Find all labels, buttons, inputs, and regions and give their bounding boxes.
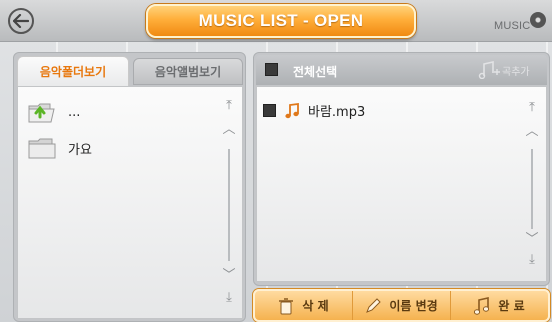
folder-up-icon [28,103,55,123]
music-button[interactable]: MUSIC [494,14,530,36]
title-banner: MUSIC LIST - OPEN [146,4,416,38]
folder-list: ... 가요 ⤒ ︿ ﹀ ⤓ [17,86,243,319]
file-list-header: 전체선택 곡추가 [256,55,547,85]
add-music-icon [478,61,500,79]
song-checkbox[interactable] [263,104,276,117]
scroll-up-button[interactable]: ︿ [220,123,238,136]
rename-label: 이름 변경 [389,299,438,313]
scroll-top-button[interactable]: ⤒ [523,101,541,114]
song-filename: 바람.mp3 [308,105,366,120]
trash-icon [279,297,294,314]
scroll-top-button[interactable]: ⤒ [220,99,238,112]
list-item-label: 가요 [68,142,92,158]
add-track-button[interactable]: 곡추가 [478,61,530,79]
add-track-label: 곡추가 [502,66,530,78]
scrollbar-track[interactable] [228,149,230,261]
page-title: MUSIC LIST - OPEN [198,11,364,30]
action-bar: 삭 제 이름 변경 완 료 [253,289,550,322]
list-item-folder[interactable]: 가요 [28,129,92,167]
select-all-checkbox[interactable] [265,63,278,76]
back-arrow-icon [13,14,29,28]
delete-button[interactable]: 삭 제 [255,291,352,320]
music-note-icon [474,296,490,315]
rename-button[interactable]: 이름 변경 [352,291,450,320]
scroll-down-button[interactable]: ﹀ [523,233,541,246]
tab-label: 음악폴더보기 [39,65,107,79]
music-disc-icon [530,12,546,28]
list-item-parent-folder[interactable]: ... [28,93,80,131]
music-note-icon [285,102,299,118]
select-all-label: 전체선택 [293,65,338,79]
folder-icon [28,138,56,159]
scroll-bottom-button[interactable]: ⤓ [523,253,541,266]
back-button[interactable] [8,8,34,34]
delete-label: 삭 제 [302,299,329,313]
done-button[interactable]: 완 료 [450,291,548,320]
scrollbar-track[interactable] [531,149,533,229]
scroll-down-button[interactable]: ﹀ [220,269,238,282]
tab-label: 음악앨범보기 [154,65,222,79]
done-label: 완 료 [498,299,525,313]
list-item-label: ... [68,104,81,120]
list-item-song[interactable]: 바람.mp3 [263,101,365,120]
music-button-label: MUSIC [494,20,531,32]
file-list: 바람.mp3 ⤒ ︿ ﹀ ⤓ [256,86,547,282]
tab-music-folder[interactable]: 음악폴더보기 [17,56,129,86]
scroll-up-button[interactable]: ︿ [523,125,541,138]
tab-music-album[interactable]: 음악앨범보기 [133,58,243,85]
scroll-bottom-button[interactable]: ⤓ [220,291,238,304]
pencil-icon [366,297,382,313]
